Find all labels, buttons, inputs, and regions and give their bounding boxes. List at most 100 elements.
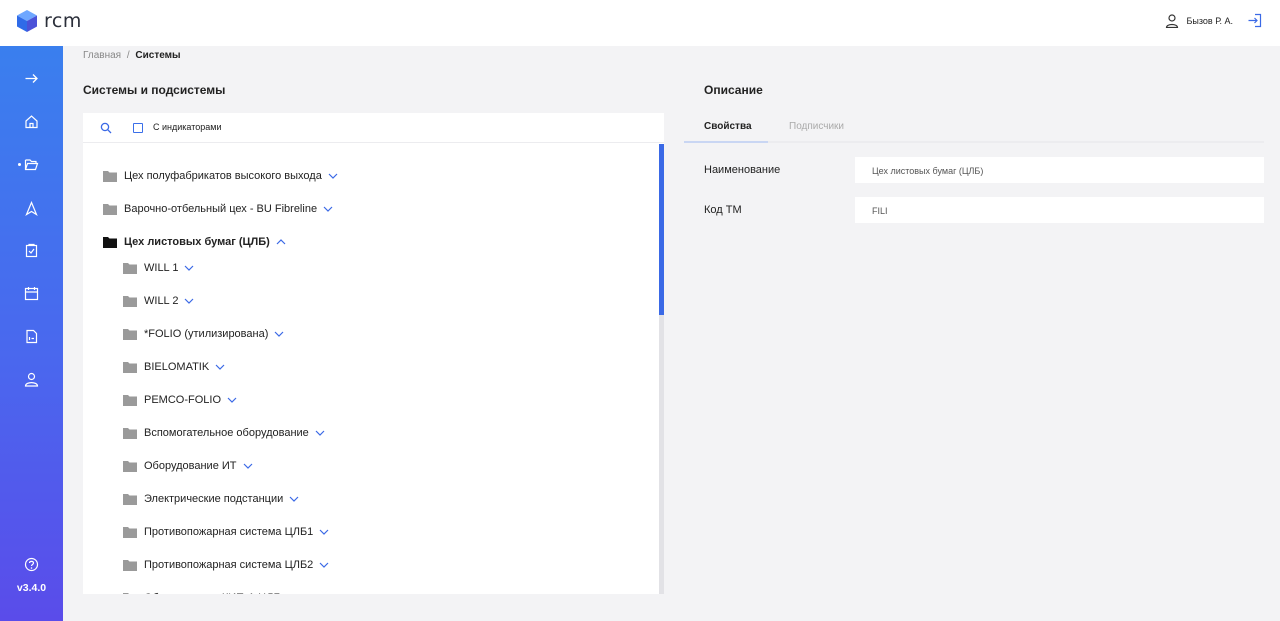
sidebar-item-systems[interactable] [0,149,63,179]
tree-scrollbar[interactable] [659,144,664,594]
user-menu: Бызов Р. А. [1165,13,1263,28]
active-indicator-dot [18,163,21,166]
chevron-down-icon[interactable] [315,430,325,436]
logout-icon[interactable] [1247,13,1262,28]
tree-node[interactable]: Варочно-отбельный цех - BU Fibreline [103,199,333,219]
tree-node[interactable]: Цех листовых бумаг (ЦЛБ) [103,232,286,252]
systems-panel: С индикаторами Цех полуфабрикатов высоко… [83,113,664,594]
chevron-down-icon[interactable] [289,496,299,502]
tree-node-label: Противопожарная система ЦЛБ2 [144,559,314,571]
chevron-down-icon[interactable] [215,364,225,370]
chevron-down-icon[interactable] [184,265,194,271]
folder-icon [123,593,129,594]
clipboard-icon [25,243,38,257]
folder-icon [123,560,137,571]
tab-subscribers[interactable]: Подписчики [789,121,844,132]
chevron-up-icon[interactable] [276,239,286,245]
breadcrumb-home[interactable]: Главная [83,50,121,61]
tree-node[interactable]: WILL 2 [123,291,194,311]
tree-node-label: Цех полуфабрикатов высокого выхода [124,170,322,182]
tree-node[interactable]: PEMCO-FOLIO [123,390,237,410]
tree-node[interactable]: Цех полуфабрикатов высокого выхода [103,166,338,186]
sidebar-item-reports[interactable] [0,321,63,351]
app-logo[interactable]: rcm [16,9,82,33]
tree-node-label: WILL 2 [144,295,179,307]
folder-icon [123,296,137,307]
active-tab-indicator [684,141,768,143]
chevron-down-icon[interactable] [328,173,338,179]
chevron-down-icon[interactable] [227,397,237,403]
user-name[interactable]: Бызов Р. А. [1187,16,1234,26]
folder-icon [123,527,137,538]
chevron-down-icon[interactable] [274,331,284,337]
description-tabs: Свойства Подписчики [684,117,1264,143]
tree-node-label: Оборудование КИП-А ЦЛБ [144,592,281,594]
tree-node[interactable]: Противопожарная система ЦЛБ1 [123,522,329,542]
chevron-down-icon[interactable] [319,529,329,535]
tree-node[interactable]: WILL 1 [123,258,194,278]
logo-cube-icon [17,10,37,32]
tree-node-label: Вспомогательное оборудование [144,427,309,439]
tree-node-label: WILL 1 [144,262,179,274]
tree-node-label: Цех листовых бумаг (ЦЛБ) [124,236,270,248]
tree-node-label: *FOLIO (утилизирована) [144,328,269,340]
top-header: rcm Бызов Р. А. [0,0,1280,46]
sidebar-item-expand[interactable] [0,63,63,93]
home-icon [25,114,38,128]
navigation-icon [25,200,38,216]
property-label-tm-code: Код ТМ [704,204,742,216]
property-value-name[interactable]: Цех листовых бумаг (ЦЛБ) [855,157,1264,183]
app-version: v3.4.0 [16,582,47,594]
chevron-down-icon[interactable] [184,298,194,304]
sidebar-item-calendar[interactable] [0,278,63,308]
folder-icon [123,494,137,505]
indicators-checkbox[interactable] [133,123,143,133]
tree-node-label: BIELOMATIK [144,361,210,373]
folder-icon [123,329,137,340]
chevron-down-icon[interactable] [319,562,329,568]
tree-node-label: Противопожарная система ЦЛБ1 [144,526,314,538]
tree-node[interactable]: BIELOMATIK [123,357,225,377]
description-title: Описание [704,83,763,97]
tree-node-label: PEMCO-FOLIO [144,394,222,406]
indicators-checkbox-label: С индикаторами [153,122,222,132]
folder-icon [123,395,137,406]
tree-node[interactable]: Противопожарная система ЦЛБ2 [123,555,329,575]
search-icon[interactable] [100,122,112,134]
tree-node[interactable]: Вспомогательное оборудование [123,423,325,443]
chevron-down-icon[interactable] [243,463,253,469]
tree-scrollbar-thumb[interactable] [659,144,664,315]
folder-icon [103,171,117,182]
property-label-name: Наименование [704,164,781,176]
tree-toolbar: С индикаторами [83,113,664,143]
folder-icon [123,461,137,472]
chevron-down-icon[interactable] [323,206,333,212]
tree-node-label: Варочно-отбельный цех - BU Fibreline [124,203,318,215]
tree-node-label: Электрические подстанции [144,493,284,505]
user-icon [24,372,39,387]
logo-text: rcm [44,10,82,32]
tree-node[interactable]: *FOLIO (утилизирована) [123,324,284,344]
folder-open-icon [24,158,39,170]
folder-icon [123,362,137,373]
property-value-tm-code[interactable]: FILI [855,197,1264,223]
sidebar: v3.4.0 [0,46,63,621]
sidebar-item-tasks[interactable] [0,235,63,265]
report-icon [26,329,38,343]
folder-icon [123,263,137,274]
sidebar-item-navigation[interactable] [0,193,63,223]
tree-node[interactable]: Оборудование ИТ [123,456,253,476]
breadcrumb-separator: / [126,50,130,61]
arrow-right-icon [25,73,38,83]
systems-title: Системы и подсистемы [83,83,226,97]
folder-icon [123,428,137,439]
sidebar-item-users[interactable] [0,364,63,394]
tree-node[interactable]: Оборудование КИП-А ЦЛБ [123,588,297,594]
user-icon [1165,13,1178,28]
sidebar-item-help[interactable] [0,549,63,579]
tree-node[interactable]: Электрические подстанции [123,489,299,509]
tab-properties[interactable]: Свойства [704,121,752,132]
calendar-icon [24,286,39,300]
sidebar-item-home[interactable] [0,106,63,136]
breadcrumb-current: Системы [135,50,181,61]
